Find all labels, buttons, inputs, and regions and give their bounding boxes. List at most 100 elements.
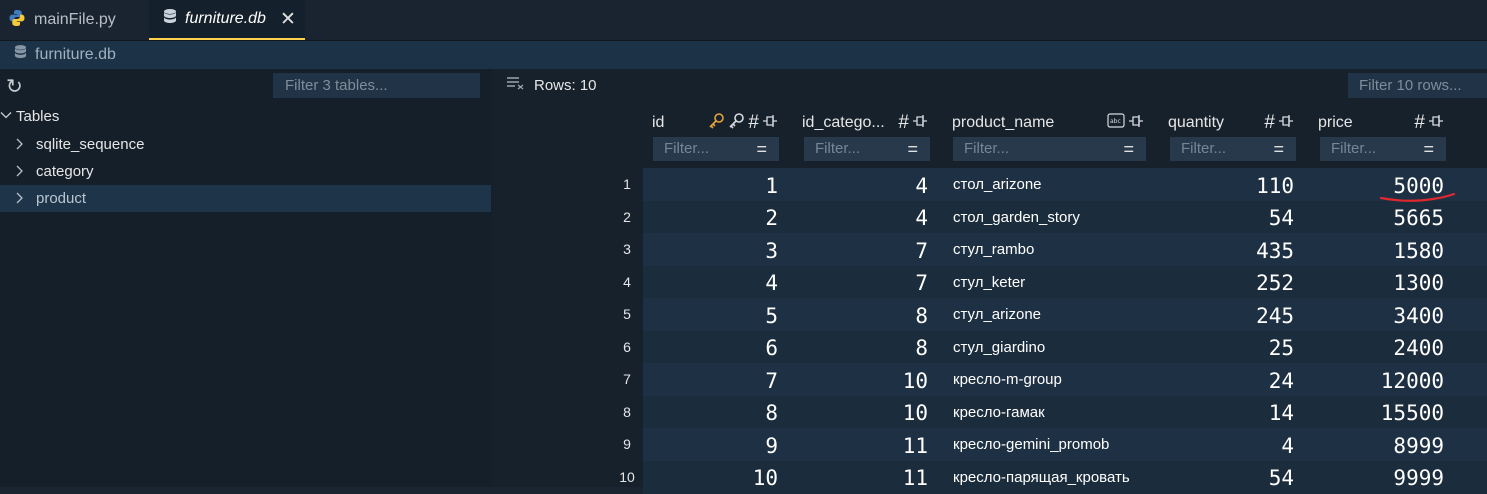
cell-price[interactable]: 5665 [1346, 206, 1444, 230]
column-filter-quantity[interactable]: Filter... = [1170, 137, 1296, 161]
filter-rows-input[interactable]: Filter 10 rows... [1348, 73, 1487, 98]
column-label: price [1318, 114, 1353, 131]
cell-product-name[interactable]: кресло-gemini_promob [953, 436, 1109, 453]
sidebar-item-product[interactable]: product [0, 185, 491, 212]
cell-id[interactable]: 4 [680, 271, 778, 295]
cell-product-name[interactable]: стул_giardino [953, 339, 1045, 356]
column-label: product_name [952, 114, 1055, 131]
cell-product-name[interactable]: кресло-m-group [953, 371, 1062, 388]
cell-price[interactable]: 1300 [1346, 271, 1444, 295]
cell-product-name[interactable]: стол_arizone [953, 176, 1042, 193]
tree-root-tables[interactable]: Tables [0, 108, 59, 125]
cell-id-category[interactable]: 11 [830, 434, 928, 458]
column-filter-id[interactable]: Filter... = [653, 137, 779, 161]
tab-label: furniture.db [185, 10, 266, 27]
cell-quantity[interactable]: 24 [1196, 369, 1294, 393]
cell-quantity[interactable]: 4 [1196, 434, 1294, 458]
filter-mode-icon[interactable]: = [1273, 137, 1284, 161]
red-underline-annotation [1379, 192, 1456, 202]
cell-id[interactable]: 7 [680, 369, 778, 393]
cell-id-category[interactable]: 7 [830, 239, 928, 263]
cell-price[interactable]: 8999 [1346, 434, 1444, 458]
filter-mode-icon[interactable]: = [756, 137, 767, 161]
column-header-product-name[interactable]: product_name abc [952, 111, 1144, 135]
pin-icon[interactable] [1278, 112, 1294, 134]
cell-id[interactable]: 2 [680, 206, 778, 230]
cell-id[interactable]: 10 [680, 466, 778, 490]
cell-product-name[interactable]: стол_garden_story [953, 209, 1080, 226]
sidebar-item-label: category [36, 163, 94, 180]
sidebar-item-category[interactable]: category [0, 158, 491, 185]
cell-price[interactable]: 12000 [1346, 369, 1444, 393]
column-header-quantity[interactable]: quantity # [1168, 111, 1294, 135]
pin-icon[interactable] [1128, 112, 1144, 134]
breadcrumb-label[interactable]: furniture.db [35, 46, 116, 64]
cell-product-name[interactable]: стул_rambo [953, 241, 1034, 258]
cell-quantity[interactable]: 245 [1196, 304, 1294, 328]
cell-quantity[interactable]: 54 [1196, 206, 1294, 230]
column-header-id-category[interactable]: id_catego... # [802, 111, 928, 135]
filter-placeholder: Filter... [964, 140, 1010, 157]
breadcrumb: furniture.db [0, 41, 1487, 69]
cell-quantity[interactable]: 110 [1196, 174, 1294, 198]
sidebar-item-sqlite-sequence[interactable]: sqlite_sequence [0, 131, 491, 158]
cell-quantity[interactable]: 25 [1196, 336, 1294, 360]
cell-price[interactable]: 3400 [1346, 304, 1444, 328]
cell-product-name[interactable]: стул_keter [953, 274, 1025, 291]
tab-furniture-db[interactable]: furniture.db ✕ [149, 0, 305, 40]
tab-mainfile[interactable]: mainFile.py [0, 0, 148, 40]
cell-id-category[interactable]: 8 [830, 336, 928, 360]
filter-mode-icon[interactable]: = [1123, 137, 1134, 161]
cell-id[interactable]: 6 [680, 336, 778, 360]
filter-tables-input[interactable]: Filter 3 tables... [273, 73, 480, 98]
filter-mode-icon[interactable]: = [1423, 137, 1434, 161]
sidebar-item-label: sqlite_sequence [36, 136, 145, 153]
cell-id-category[interactable]: 11 [830, 466, 928, 490]
column-header-id[interactable]: id # [652, 111, 778, 135]
filter-mode-icon[interactable]: = [907, 137, 918, 161]
close-icon[interactable]: ✕ [280, 8, 296, 31]
tab-label: mainFile.py [34, 11, 116, 28]
cell-quantity[interactable]: 54 [1196, 466, 1294, 490]
cell-id[interactable]: 1 [680, 174, 778, 198]
cell-quantity[interactable]: 14 [1196, 401, 1294, 425]
column-filter-price[interactable]: Filter... = [1320, 137, 1446, 161]
python-icon [8, 9, 26, 32]
cell-price[interactable]: 15500 [1346, 401, 1444, 425]
cell-product-name[interactable]: кресло-парящая_кровать [953, 469, 1130, 486]
cell-price[interactable]: 2400 [1346, 336, 1444, 360]
column-label: id_catego... [802, 114, 885, 131]
cell-id-category[interactable]: 10 [830, 401, 928, 425]
rows-icon [506, 76, 526, 94]
column-filter-id-category[interactable]: Filter... = [804, 137, 930, 161]
pin-icon[interactable] [1428, 112, 1444, 134]
cell-id[interactable]: 8 [680, 401, 778, 425]
cell-id[interactable]: 3 [680, 239, 778, 263]
cell-id[interactable]: 5 [680, 304, 778, 328]
pin-icon[interactable] [762, 112, 778, 134]
cell-quantity[interactable]: 435 [1196, 239, 1294, 263]
row-number: 8 [623, 404, 631, 420]
cell-id-category[interactable]: 4 [830, 174, 928, 198]
cell-id-category[interactable]: 7 [830, 271, 928, 295]
cell-product-name[interactable]: кресло-гамак [953, 404, 1045, 421]
column-filter-product-name[interactable]: Filter... = [953, 137, 1146, 161]
filter-placeholder: Filter... [664, 140, 710, 157]
database-icon [163, 8, 177, 31]
pin-icon[interactable] [912, 112, 928, 134]
chevron-right-icon [14, 137, 36, 153]
refresh-icon[interactable]: ↻ [6, 74, 23, 99]
cell-id-category[interactable]: 10 [830, 369, 928, 393]
cell-id-category[interactable]: 8 [830, 304, 928, 328]
cell-product-name[interactable]: стул_arizone [953, 306, 1041, 323]
cell-price[interactable]: 9999 [1346, 466, 1444, 490]
row-number: 1 [623, 176, 631, 192]
cell-price[interactable]: 1580 [1346, 239, 1444, 263]
hash-icon: # [1414, 112, 1425, 133]
cell-id-category[interactable]: 4 [830, 206, 928, 230]
row-number: 10 [619, 469, 635, 485]
column-header-price[interactable]: price # [1318, 111, 1444, 135]
cell-quantity[interactable]: 252 [1196, 271, 1294, 295]
row-number: 6 [623, 339, 631, 355]
cell-id[interactable]: 9 [680, 434, 778, 458]
